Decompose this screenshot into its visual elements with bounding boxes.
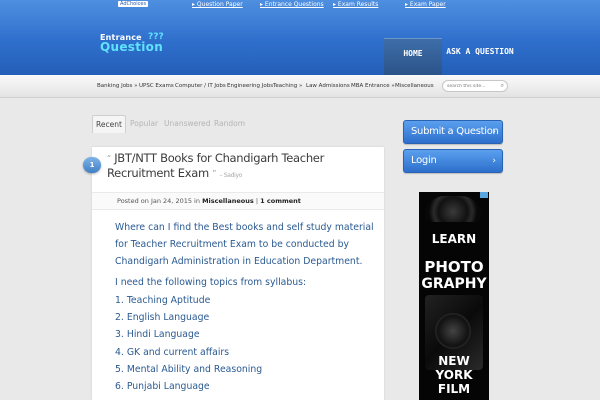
chevron-right-icon: › (492, 127, 496, 137)
body-line: Chandigarh Administration in Education D… (115, 256, 363, 267)
category-teaching[interactable]: Teaching » (273, 83, 302, 89)
ad-info-icon[interactable] (480, 192, 488, 198)
tab-random[interactable]: Random (214, 115, 245, 132)
post-date: Posted on Jan 24, 2015 in (117, 197, 200, 205)
search-input[interactable] (447, 82, 495, 90)
search-icon[interactable]: ⌕ (501, 82, 504, 90)
post-meta-bar: Posted on Jan 24, 2015 in Miscellaneous … (92, 192, 384, 210)
chevron-right-icon: › (492, 156, 496, 166)
body-line: Where can I find the Best books and self… (115, 222, 374, 233)
ad-text-photo: PHOTO (424, 258, 484, 276)
ad-link-bar: AdChoices ▸ Question Paper ▸ Entrance Qu… (0, 0, 600, 10)
tab-recent[interactable]: Recent (92, 115, 126, 133)
ad-link-exam-paper[interactable]: ▸ Exam Paper (405, 1, 446, 8)
syllabus-item: 6. Punjabi Language (115, 381, 210, 392)
ad-text-graphy: GRAPHY (421, 276, 487, 292)
category-nav-bar: Banking Jobs » UPSC Exams Computer / IT … (0, 75, 600, 98)
close-quote: ” (212, 169, 217, 178)
category-banking-jobs[interactable]: Banking Jobs » (97, 83, 138, 89)
category-law-admissions[interactable]: Law Admissions (306, 83, 350, 89)
syllabus-item: 1. Teaching Aptitude (115, 295, 211, 306)
question-title-text[interactable]: JBT/NTT Books for Chandigarh Teacher Rec… (107, 151, 324, 180)
question-post-card (92, 147, 384, 400)
ad-text-new: NEW (438, 354, 470, 368)
body-line: for Teacher Recruitment Exam to be condu… (115, 239, 350, 250)
open-quote: “ (107, 154, 111, 163)
submit-question-button[interactable]: Submit a Question › (403, 120, 503, 144)
post-category-link[interactable]: Miscellaneous (202, 197, 254, 205)
body-line: I need the following topics from syllabu… (115, 277, 307, 288)
login-label: Login (411, 155, 437, 166)
post-comments-link[interactable]: 1 comment (260, 197, 301, 205)
ad-link-entrance-questions[interactable]: ▸ Entrance Questions (260, 1, 324, 8)
ad-text-learn: LEARN (431, 232, 477, 246)
search-box: ⌕ (442, 80, 508, 92)
category-mba-entrance[interactable]: MBA Entrance » (351, 83, 395, 89)
category-miscellaneous[interactable]: Miscellaneous (395, 83, 434, 89)
login-button[interactable]: Login › (403, 149, 503, 173)
logo-line-2: Question (100, 40, 164, 54)
category-computer-it-jobs[interactable]: Computer / IT Jobs (175, 83, 226, 89)
tab-popular[interactable]: Popular (130, 115, 158, 132)
category-engineering-jobs[interactable]: Engineering Jobs (227, 83, 273, 89)
meta-separator: | (255, 197, 259, 205)
camera-lens-ring (435, 313, 471, 349)
site-logo[interactable]: Entrance ??? Question (100, 32, 170, 57)
tab-unanswered[interactable]: Unanswered (164, 115, 211, 132)
syllabus-item: 2. English Language (115, 312, 210, 323)
ad-link-question-paper[interactable]: ▸ Question Paper (192, 1, 243, 8)
camera-lens-image (425, 196, 481, 222)
question-title[interactable]: “ JBT/NTT Books for Chandigarh Teacher R… (107, 151, 382, 183)
syllabus-item: 3. Hindi Language (115, 329, 200, 340)
category-upsc-exams[interactable]: UPSC Exams (139, 83, 174, 89)
ad-text-film: FILM (437, 382, 471, 396)
adchoices-badge[interactable]: AdChoices (118, 1, 149, 7)
syllabus-item: 4. GK and current affairs (115, 347, 230, 358)
site-header: AdChoices ▸ Question Paper ▸ Entrance Qu… (0, 0, 600, 76)
ad-link-exam-results[interactable]: ▸ Exam Results (333, 1, 378, 8)
photography-ad-banner[interactable]: LEARN PHOTO GRAPHY NEW YORK FILM (419, 192, 489, 400)
answer-count-badge[interactable]: 1 (83, 157, 101, 173)
question-author[interactable]: – Sadiyo (219, 172, 242, 179)
submit-question-label: Submit a Question (411, 126, 499, 137)
nav-ask-question-tab[interactable]: ASK A QUESTION (446, 38, 514, 68)
nav-home-tab[interactable]: HOME (384, 38, 442, 76)
post-meta: Posted on Jan 24, 2015 in Miscellaneous … (117, 197, 301, 205)
ad-text-york: YORK (435, 368, 473, 382)
syllabus-item: 5. Mental Ability and Reasoning (115, 364, 263, 375)
